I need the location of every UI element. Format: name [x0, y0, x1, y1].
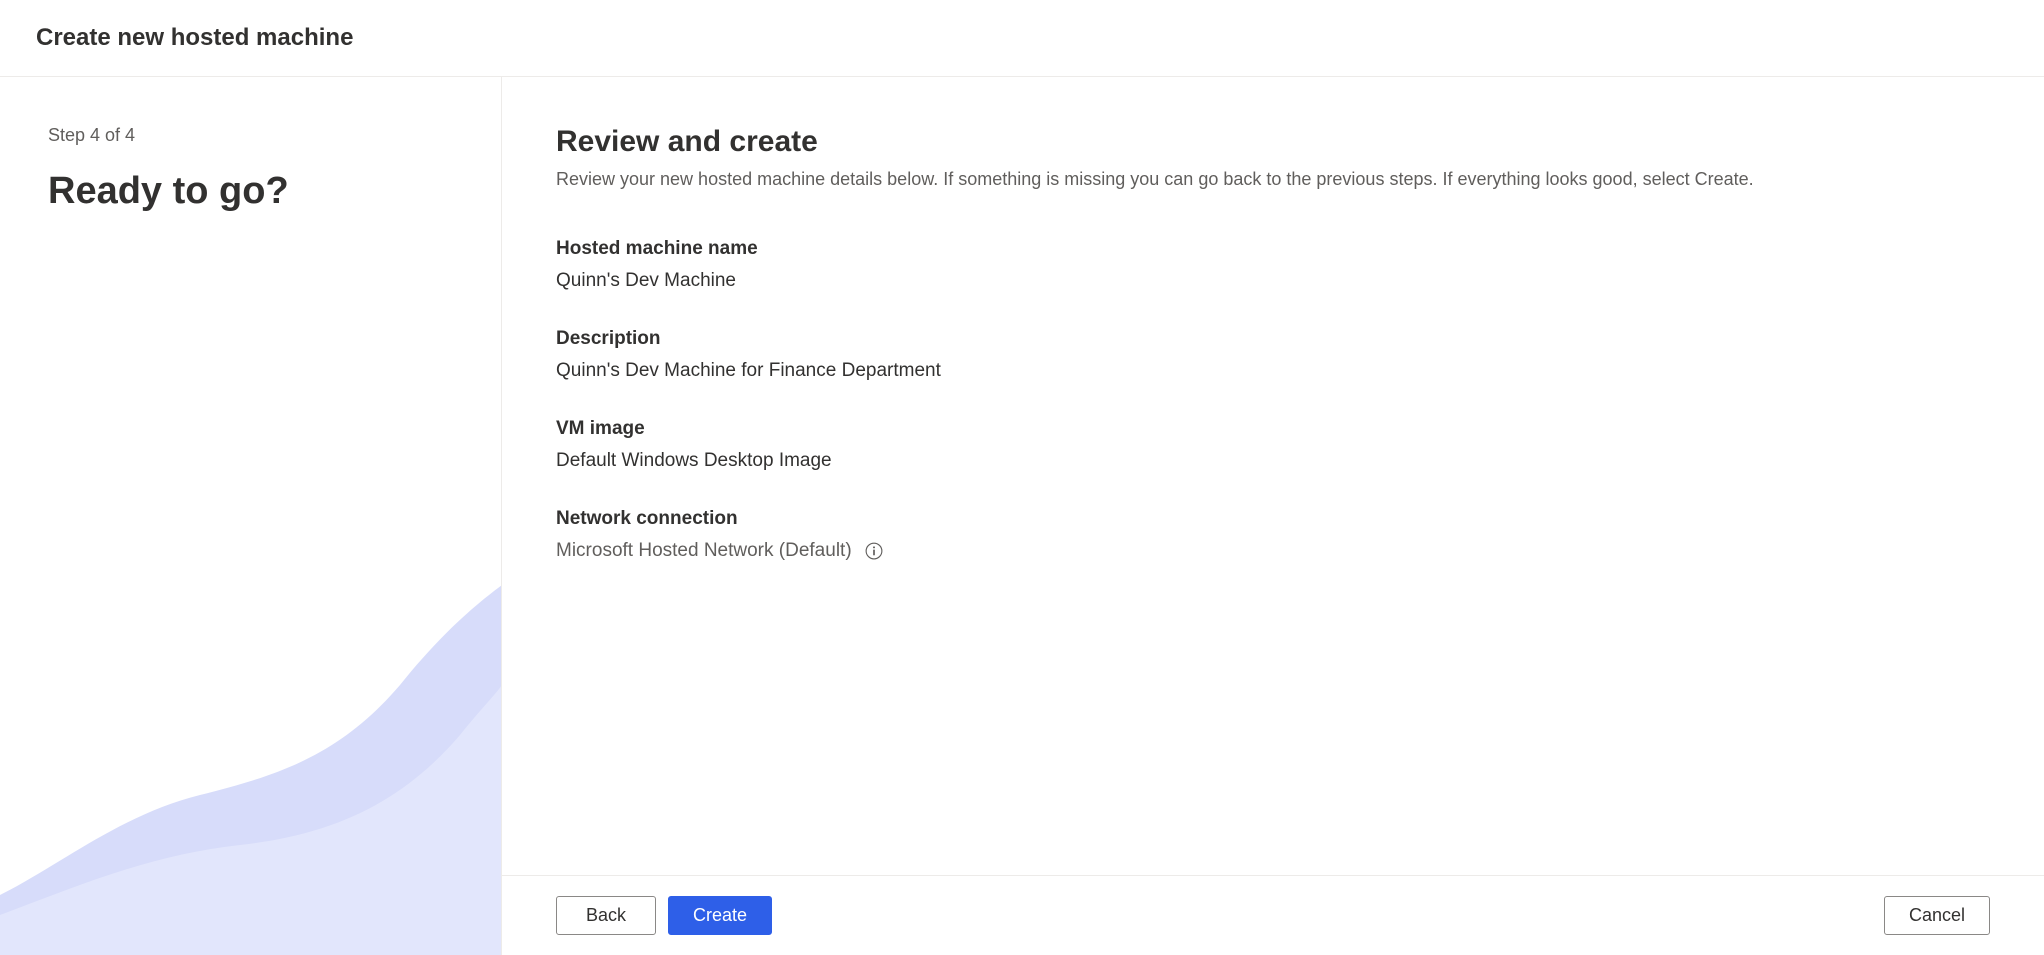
field-label: Hosted machine name: [556, 238, 1990, 260]
info-icon[interactable]: [864, 541, 884, 561]
decorative-wave: [0, 555, 502, 955]
field-hosted-machine-name: Hosted machine name Quinn's Dev Machine: [556, 238, 1990, 292]
header: Create new hosted machine: [0, 0, 2044, 77]
field-value: Quinn's Dev Machine for Finance Departme…: [556, 360, 1990, 382]
main-title: Review and create: [556, 125, 1990, 159]
cancel-button[interactable]: Cancel: [1884, 896, 1990, 935]
field-value: Microsoft Hosted Network (Default): [556, 540, 1990, 562]
back-button[interactable]: Back: [556, 896, 656, 935]
main-content: Review and create Review your new hosted…: [502, 77, 2044, 955]
sidebar-heading: Ready to go?: [48, 170, 453, 213]
step-indicator: Step 4 of 4: [48, 125, 453, 146]
field-network-connection: Network connection Microsoft Hosted Netw…: [556, 508, 1990, 562]
field-value: Default Windows Desktop Image: [556, 450, 1990, 472]
field-value-text: Microsoft Hosted Network (Default): [556, 540, 852, 562]
field-label: VM image: [556, 418, 1990, 440]
page-title: Create new hosted machine: [36, 24, 2008, 52]
footer: Back Create Cancel: [502, 875, 2044, 955]
field-label: Network connection: [556, 508, 1990, 530]
layout: Step 4 of 4 Ready to go? Review and crea…: [0, 77, 2044, 955]
field-vm-image: VM image Default Windows Desktop Image: [556, 418, 1990, 472]
footer-right: Cancel: [1884, 896, 1990, 935]
field-label: Description: [556, 328, 1990, 350]
create-button[interactable]: Create: [668, 896, 772, 935]
field-value: Quinn's Dev Machine: [556, 270, 1990, 292]
sidebar: Step 4 of 4 Ready to go?: [0, 77, 502, 955]
footer-left: Back Create: [556, 896, 772, 935]
main-subtitle: Review your new hosted machine details b…: [556, 169, 1990, 190]
field-description: Description Quinn's Dev Machine for Fina…: [556, 328, 1990, 382]
